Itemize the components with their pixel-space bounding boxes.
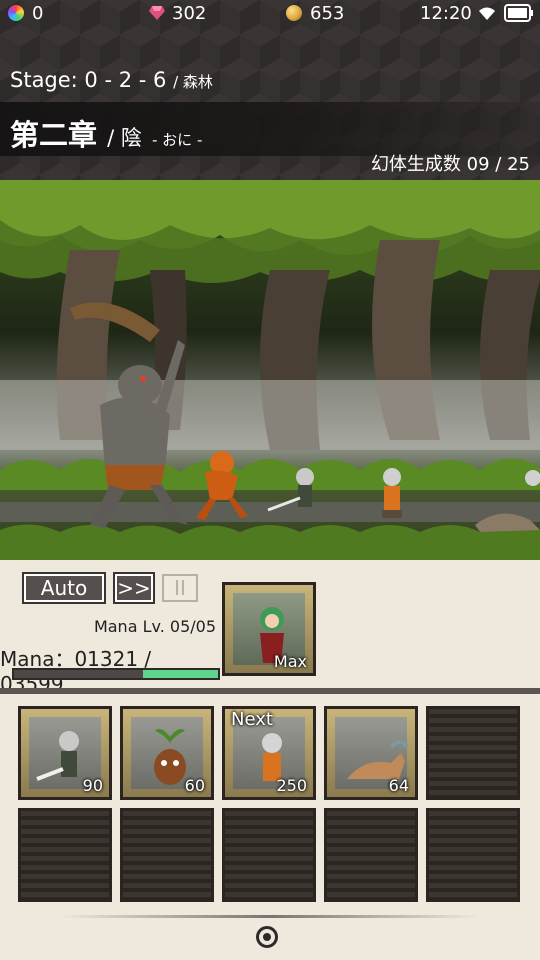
empty-slot [120, 808, 214, 902]
phantom-label: 幻体生成数 [370, 154, 461, 175]
empty-slot [222, 808, 316, 902]
unit-slot-4[interactable]: 64 [324, 706, 418, 800]
battle-scene [0, 180, 540, 560]
chapter-name: 第二章 [10, 118, 98, 152]
rainbow-orb-icon [8, 5, 24, 21]
battery-icon [504, 4, 533, 22]
stage-area: / 森林 [173, 73, 213, 91]
forest-background [0, 180, 540, 560]
empty-slot [18, 808, 112, 902]
gem-currency: 302 [148, 2, 206, 26]
bottom-divider [60, 915, 480, 918]
coin-count: 653 [310, 3, 345, 24]
wifi-icon [479, 7, 495, 20]
pause-button[interactable]: II [162, 574, 198, 602]
unit-slot-1[interactable]: 90 [18, 706, 112, 800]
gem-icon [149, 6, 165, 20]
leader-badge: Max [273, 652, 307, 671]
rainbow-currency: 0 [8, 2, 43, 26]
empty-slot [324, 808, 418, 902]
gem-count: 302 [172, 3, 207, 24]
hero-maiden [382, 468, 402, 518]
unit-slot-2[interactable]: 60 [120, 706, 214, 800]
unit-cost: 250 [276, 776, 307, 795]
mana-bar [12, 668, 220, 680]
rainbow-count: 0 [32, 3, 44, 24]
unit-cost: 64 [388, 776, 409, 795]
stage-number: Stage: 0 - 2 - 6 [10, 68, 167, 92]
unit-cost: 90 [82, 776, 103, 795]
phantom-value: 09 / 25 [466, 154, 530, 175]
stage-label: Stage: 0 - 2 - 6 / 森林 [10, 68, 213, 92]
chapter-subtitle: / 陰 [107, 126, 142, 150]
phantom-counter: 幻体生成数 09 / 25 [371, 150, 530, 176]
clock: 12:20 [420, 3, 472, 24]
next-label: Next [231, 709, 273, 730]
mana-bar-fill [143, 670, 218, 678]
mana-level: Mana Lv. 05/05 [93, 617, 216, 636]
panel-divider [0, 688, 540, 694]
unit-slot-3[interactable]: Next 250 [222, 706, 316, 800]
leader-card[interactable]: Max [222, 582, 316, 676]
empty-slot [426, 808, 520, 902]
coin-currency: 653 [286, 2, 344, 26]
unit-cost: 60 [184, 776, 205, 795]
coin-icon [286, 5, 302, 21]
empty-slot [426, 706, 520, 800]
home-indicator-icon[interactable] [256, 926, 278, 948]
speed-button[interactable]: >> [113, 572, 155, 604]
chapter-enemy: - おに - [152, 131, 203, 149]
auto-button[interactable]: Auto [22, 572, 106, 604]
chapter-title: 第二章 / 陰 - おに - [10, 112, 202, 154]
